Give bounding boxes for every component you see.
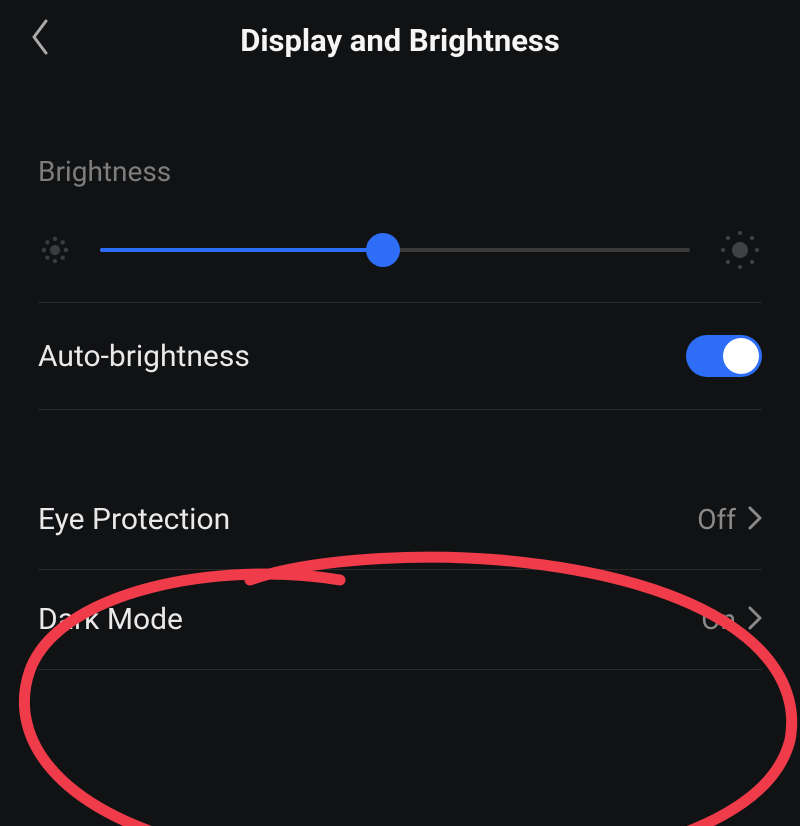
dark-mode-label: Dark Mode [38, 602, 183, 637]
dark-mode-right: On [701, 603, 762, 636]
eye-protection-row[interactable]: Eye Protection Off [38, 470, 762, 570]
brightness-low-icon [38, 233, 72, 267]
eye-protection-right: Off [697, 503, 762, 536]
chevron-right-icon [748, 606, 762, 634]
brightness-section-label: Brightness [38, 155, 762, 188]
back-icon [30, 19, 50, 55]
auto-brightness-row[interactable]: Auto-brightness [38, 303, 762, 410]
toggle-knob [723, 338, 759, 374]
header: Display and Brightness [0, 0, 800, 80]
brightness-high-icon [718, 228, 762, 272]
brightness-slider[interactable] [100, 248, 690, 252]
brightness-slider-fill [100, 248, 383, 252]
dark-mode-row[interactable]: Dark Mode On [38, 570, 762, 670]
brightness-slider-thumb[interactable] [366, 233, 400, 267]
brightness-slider-row [38, 218, 762, 303]
auto-brightness-toggle[interactable] [686, 335, 762, 377]
brightness-section: Brightness [0, 155, 800, 410]
page-title: Display and Brightness [240, 22, 560, 59]
auto-brightness-label: Auto-brightness [38, 339, 250, 374]
options-section: Eye Protection Off Dark Mode On [0, 470, 800, 670]
eye-protection-label: Eye Protection [38, 502, 230, 537]
dark-mode-value: On [701, 603, 736, 636]
chevron-right-icon [748, 506, 762, 534]
back-button[interactable] [30, 19, 50, 61]
eye-protection-value: Off [697, 503, 736, 536]
section-gap [0, 410, 800, 470]
